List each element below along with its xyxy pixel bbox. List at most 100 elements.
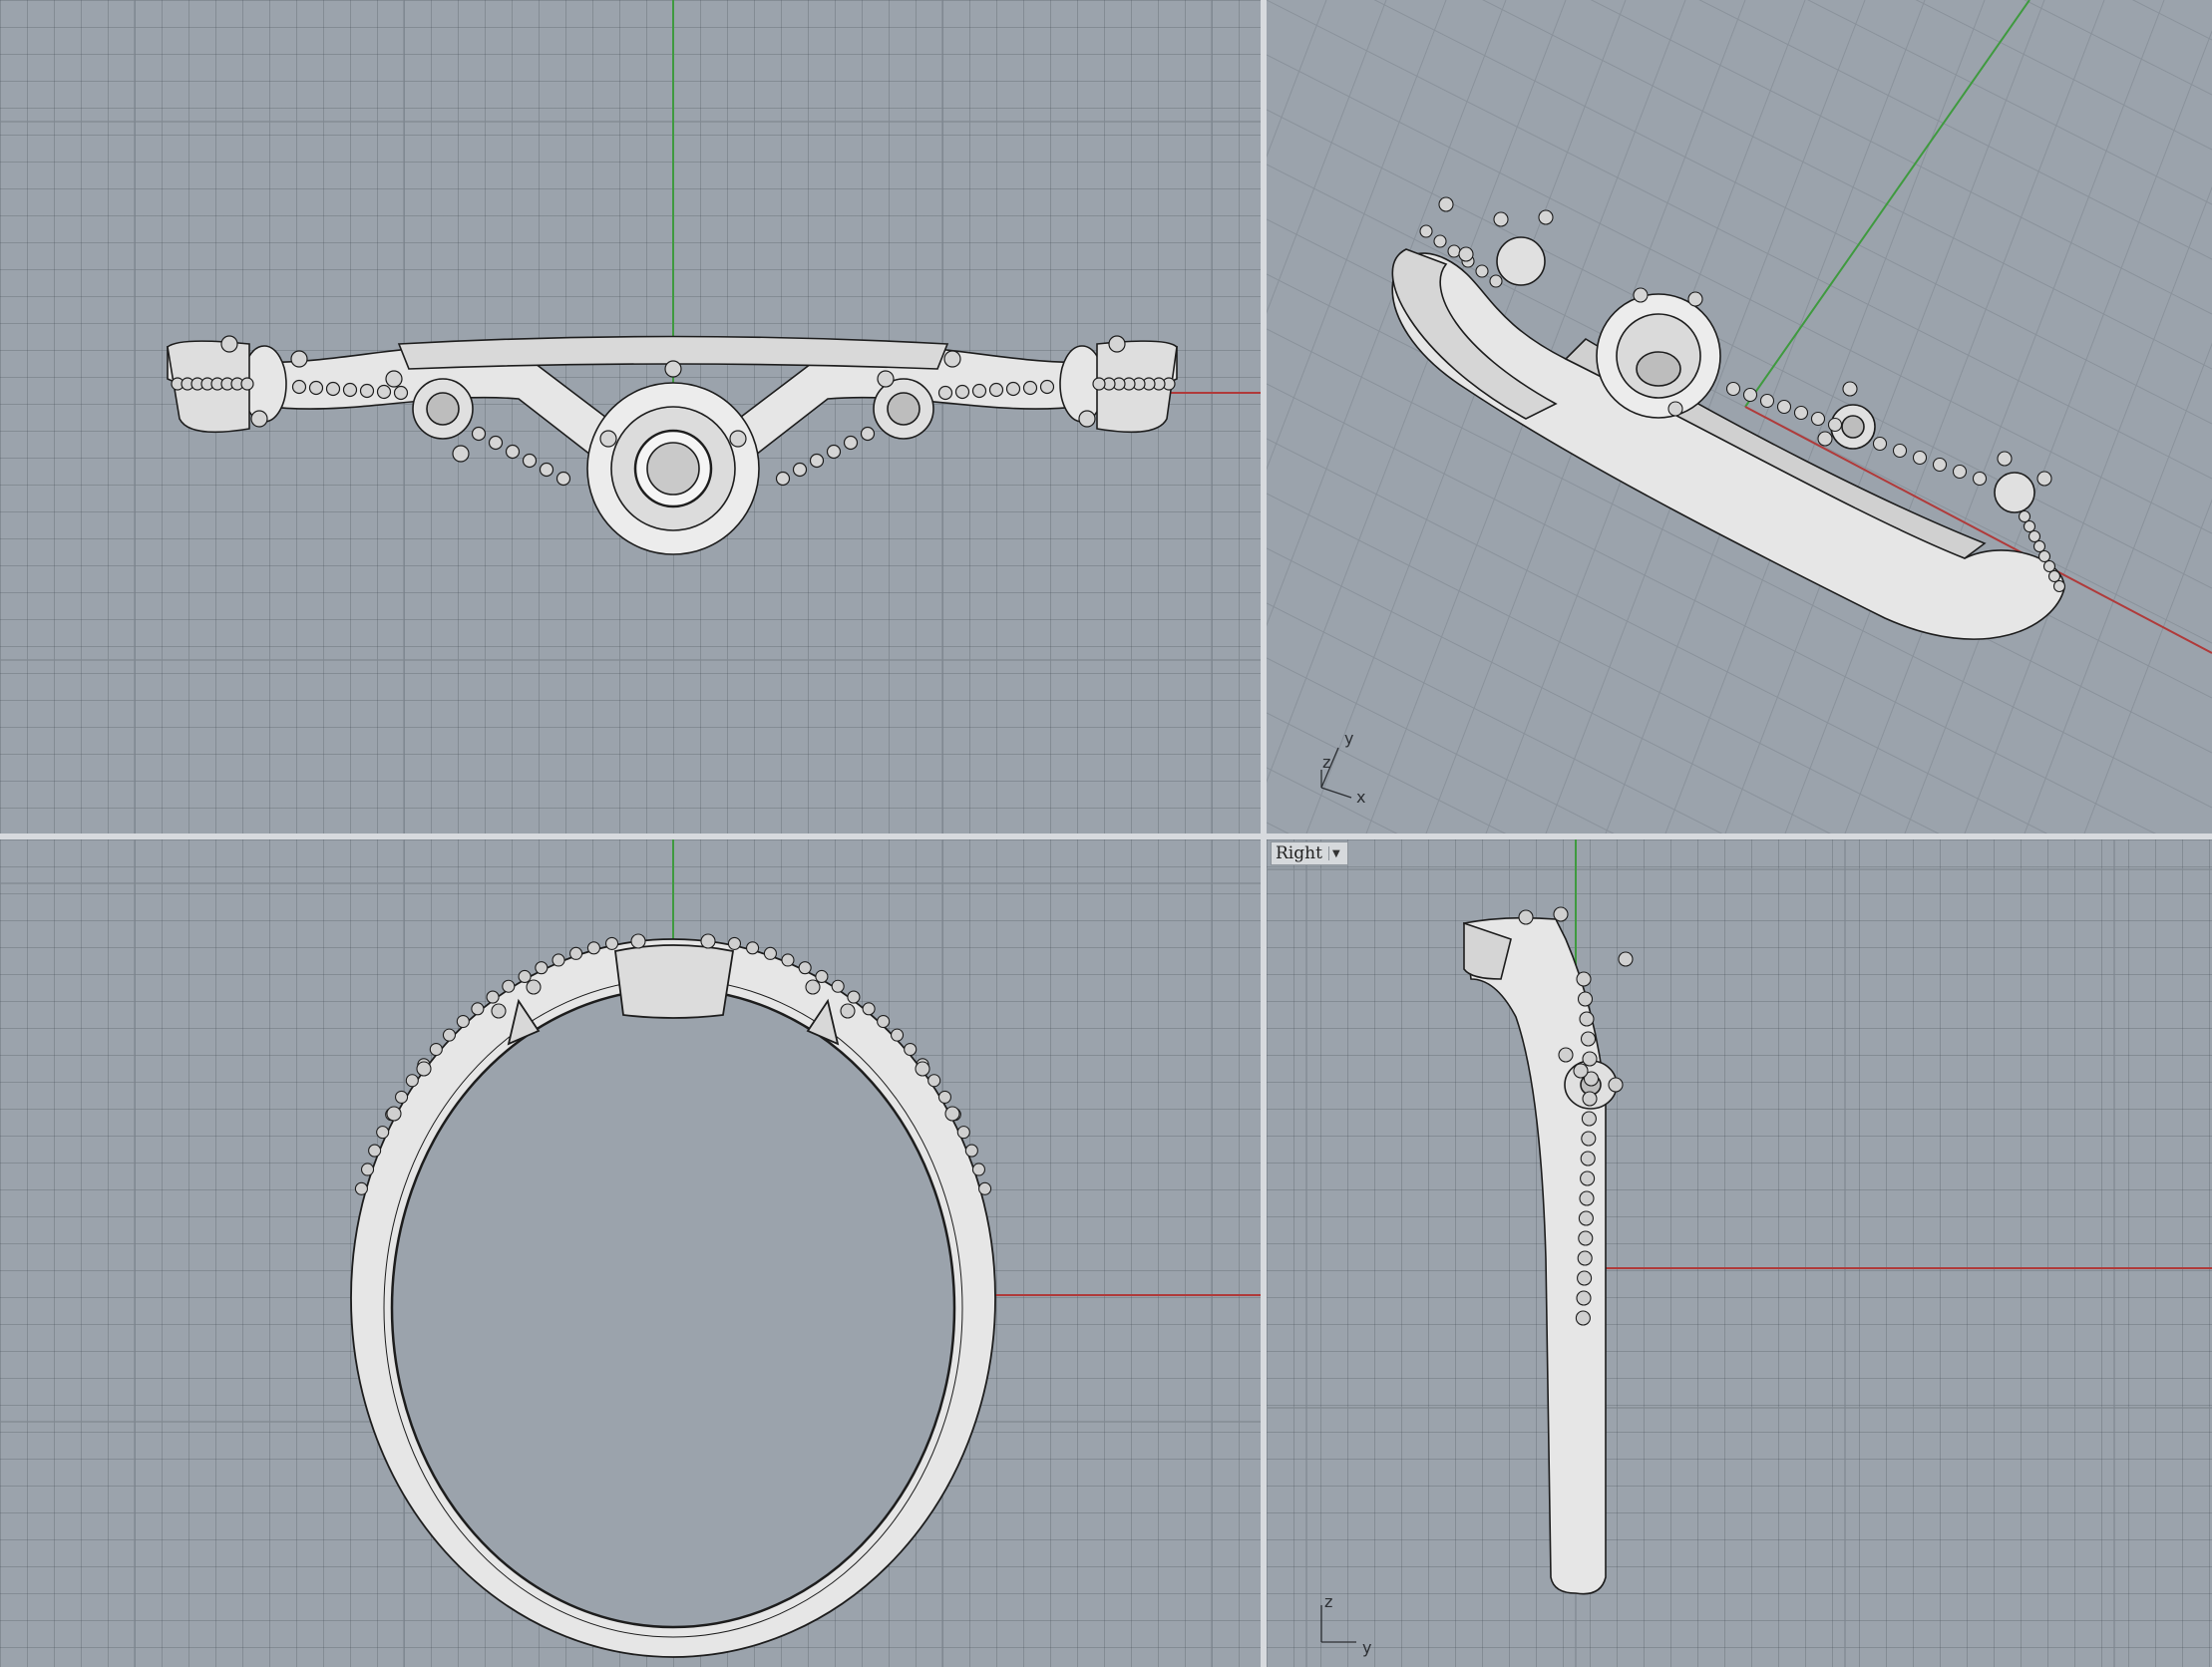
pave-stone (250, 410, 268, 428)
pave-stone (1433, 234, 1447, 248)
pave-stone (1582, 1091, 1598, 1107)
pave-stone (522, 453, 538, 469)
pave-stone (505, 444, 521, 460)
pave-stone (586, 941, 600, 955)
viewport-right-canvas[interactable]: z y (1267, 839, 2212, 1667)
pave-stone (630, 933, 646, 949)
pave-stone (1932, 457, 1948, 473)
pave-stone (240, 377, 254, 391)
pave-stone (1577, 1250, 1593, 1266)
pave-stone (1518, 909, 1534, 925)
pave-stone (1810, 411, 1826, 427)
viewport-title-label[interactable]: Right (1276, 843, 1322, 863)
grid-line (1724, 0, 2045, 834)
grid-line (2024, 0, 2212, 96)
axis-label-z: z (1324, 1592, 1332, 1611)
major-grid (1267, 839, 2212, 1667)
pave-stone (988, 382, 1004, 398)
pave-stone (486, 990, 500, 1004)
pave-stone (1582, 1051, 1598, 1067)
pave-stone (1842, 381, 1858, 397)
y-axis-line (1744, 0, 2030, 408)
pave-stone (2052, 579, 2066, 593)
grid-line (1267, 0, 1387, 314)
grid-line (1373, 0, 2212, 425)
pave-stone (1538, 209, 1554, 225)
grid-line (1267, 0, 1447, 471)
pave-stone (763, 946, 777, 960)
pave-stone (831, 979, 845, 993)
pave-stone (815, 969, 829, 984)
pave-stone (1912, 450, 1928, 466)
pave-stone (729, 430, 747, 448)
grid-line (1267, 0, 1507, 627)
pave-stone (727, 936, 742, 950)
pave-stone (1817, 431, 1833, 447)
pave-stone (1475, 264, 1489, 278)
pave-stone (915, 1061, 930, 1077)
axis-label-x: x (1356, 788, 1365, 807)
pave-stone (1078, 410, 1096, 428)
pave-stone (291, 379, 307, 395)
pave-stone (376, 384, 392, 400)
viewport-front[interactable] (0, 839, 1261, 1667)
pave-stone (1581, 1111, 1597, 1127)
pave-stone (1577, 1270, 1593, 1286)
pave-stone (971, 383, 987, 399)
grid-line (1267, 602, 1723, 834)
grid-line (1807, 0, 2212, 205)
pave-stone (569, 946, 583, 960)
pave-stone (604, 936, 619, 950)
viewport-perspective-canvas[interactable]: y x z (1267, 0, 2212, 834)
pave-stone (1579, 1190, 1595, 1206)
grid-line (1267, 712, 1507, 834)
pave-stone (1576, 971, 1592, 987)
pave-stone (775, 471, 791, 487)
axis-label-y: y (1344, 729, 1353, 748)
pave-stone (491, 1003, 507, 1019)
pave-stone (535, 961, 549, 975)
pave-stone (1553, 906, 1569, 922)
pave-stone (471, 1002, 485, 1016)
pave-stone (1580, 1031, 1597, 1047)
pave-stone (518, 969, 532, 984)
pave-stone (360, 1163, 375, 1176)
pave-stone (1447, 244, 1461, 258)
grid-line (1267, 822, 1290, 834)
pave-stone (746, 941, 760, 955)
viewport-title-tab[interactable]: Right ▼ (1271, 841, 1348, 865)
pave-stone (1577, 991, 1594, 1007)
pave-stone (937, 1090, 951, 1104)
pave-stone (971, 1163, 986, 1176)
pave-stone (1579, 1011, 1595, 1027)
pave-stone (956, 1126, 970, 1140)
pave-stone (1458, 246, 1474, 262)
ring-model-front[interactable] (350, 938, 996, 1658)
viewport-perspective[interactable]: y x z (1267, 0, 2212, 834)
pave-stone (416, 1061, 432, 1077)
pave-stone (1725, 381, 1741, 397)
pave-stone (664, 360, 682, 378)
pave-stone (2042, 559, 2056, 573)
pave-stone (368, 1144, 382, 1158)
viewport-right[interactable]: z y Right ▼ (1267, 839, 2212, 1667)
pave-stone (1022, 380, 1038, 396)
chevron-down-icon[interactable]: ▼ (1327, 846, 1343, 860)
pave-stone (1997, 451, 2013, 467)
viewport-front-canvas[interactable] (0, 839, 1261, 1667)
pave-stone (1633, 287, 1649, 303)
pave-stone (1005, 381, 1021, 397)
pave-stone (1667, 401, 1683, 417)
grid-line (1267, 164, 2212, 644)
pave-stone (978, 1181, 992, 1195)
pave-stone (2032, 539, 2046, 553)
viewport-top[interactable] (0, 0, 1261, 834)
pave-stone (1892, 443, 1908, 459)
pave-stone (877, 370, 895, 388)
pave-stone (1776, 399, 1792, 415)
pave-stone (2018, 509, 2031, 523)
pave-stone (471, 426, 487, 442)
pave-stone (290, 350, 308, 368)
pave-stone (555, 471, 571, 487)
viewport-top-canvas[interactable] (0, 0, 1261, 834)
